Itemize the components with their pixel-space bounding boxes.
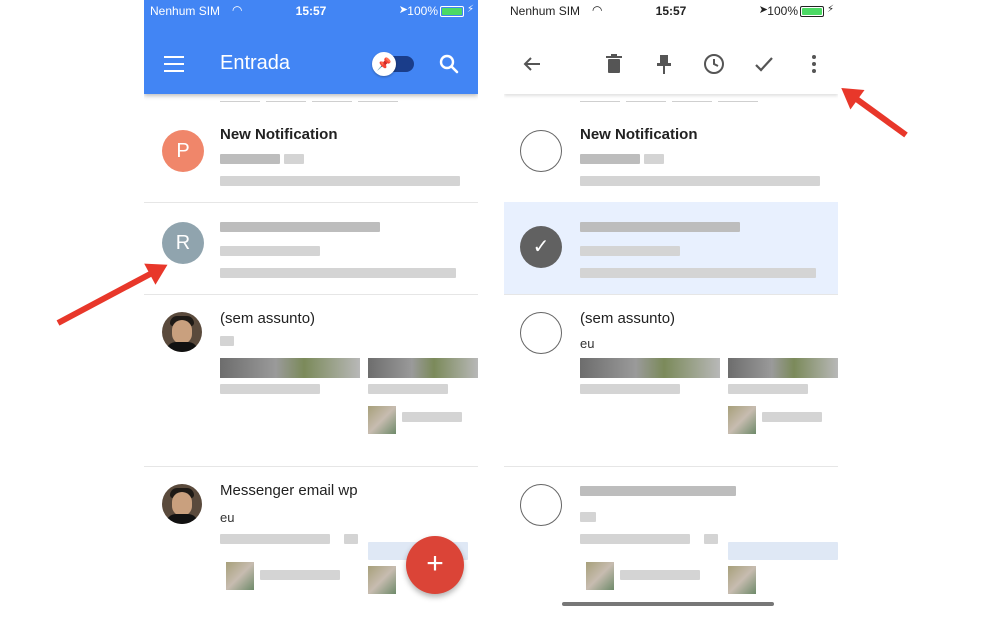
attachment-thumbnail xyxy=(226,562,254,590)
email-subject: New Notification xyxy=(580,126,698,143)
pin-toggle[interactable]: 📌 xyxy=(372,52,414,76)
selection-screen: Nenhum SIM ◠ 15:57 ➤ 100% ⚡ New Notifica… xyxy=(504,0,838,622)
blurred-snippet xyxy=(220,176,460,186)
blurred-snippet xyxy=(580,176,820,186)
avatar xyxy=(162,484,202,524)
email-list: New Notification ✓ (sem assunto) eu xyxy=(504,94,838,622)
attachment-thumbnail xyxy=(586,562,614,590)
previous-row-peek xyxy=(580,94,810,102)
blurred-subject xyxy=(580,486,736,496)
battery-icon xyxy=(440,6,464,17)
blurred-sender xyxy=(220,336,234,346)
status-bar: Nenhum SIM ◠ 15:57 ➤ 100% ⚡ xyxy=(144,0,478,22)
app-bar: Nenhum SIM ◠ 15:57 ➤ 100% ⚡ Entrada 📌 xyxy=(144,0,478,94)
pin-icon[interactable] xyxy=(652,52,676,76)
attachment-preview[interactable] xyxy=(580,358,720,378)
select-checkbox[interactable] xyxy=(520,312,562,354)
charging-icon: ⚡ xyxy=(466,4,474,15)
blurred-sender xyxy=(580,512,596,522)
previous-row-peek xyxy=(220,94,450,102)
email-subject: Messenger email wp xyxy=(220,482,358,499)
email-sender: eu xyxy=(580,336,595,351)
email-subject: (sem assunto) xyxy=(580,310,676,327)
avatar xyxy=(162,312,202,352)
select-checkbox[interactable] xyxy=(520,484,562,526)
attachment-thumbnail xyxy=(368,406,396,434)
page-title: Entrada xyxy=(220,52,291,74)
blurred-sender xyxy=(220,246,320,256)
email-sender: eu xyxy=(220,510,235,525)
more-vert-icon[interactable] xyxy=(802,52,826,76)
email-row[interactable] xyxy=(504,466,838,622)
attachment-preview[interactable] xyxy=(220,358,360,378)
attachment-thumbnail xyxy=(728,566,756,594)
blurred-snippet xyxy=(580,268,816,278)
attachment-thumbnail xyxy=(368,566,396,594)
battery-icon xyxy=(800,6,824,17)
blurred-snippet xyxy=(220,268,456,278)
email-subject: New Notification xyxy=(220,126,338,143)
delete-icon[interactable] xyxy=(602,52,626,76)
attachment-preview[interactable] xyxy=(368,358,478,378)
blurred-sender xyxy=(220,154,280,164)
battery-percent: 100% xyxy=(767,4,798,18)
email-row[interactable]: R xyxy=(144,202,478,295)
blurred-subject xyxy=(580,222,740,232)
status-bar: Nenhum SIM ◠ 15:57 ➤ 100% ⚡ xyxy=(504,0,838,22)
email-row[interactable]: (sem assunto) eu xyxy=(504,294,838,467)
battery-percent: 100% xyxy=(407,4,438,18)
pin-toggle-icon: 📌 xyxy=(372,52,396,76)
email-row-selected[interactable]: ✓ xyxy=(504,202,838,295)
attachment-preview[interactable] xyxy=(728,542,838,560)
inbox-screen: Nenhum SIM ◠ 15:57 ➤ 100% ⚡ Entrada 📌 P … xyxy=(144,0,478,622)
avatar: P xyxy=(162,130,204,172)
attachment-thumbnail xyxy=(728,406,756,434)
blurred-sender xyxy=(580,154,640,164)
avatar: R xyxy=(162,222,204,264)
menu-icon[interactable] xyxy=(164,56,184,72)
email-row[interactable]: P New Notification xyxy=(144,110,478,203)
charging-icon: ⚡ xyxy=(826,4,834,15)
attachment-preview[interactable] xyxy=(728,358,838,378)
selected-check-icon[interactable]: ✓ xyxy=(520,226,562,268)
scroll-indicator xyxy=(562,602,774,606)
select-checkbox[interactable] xyxy=(520,130,562,172)
email-subject: (sem assunto) xyxy=(220,310,316,327)
snooze-clock-icon[interactable] xyxy=(702,52,726,76)
compose-button[interactable]: + xyxy=(406,536,464,594)
selection-toolbar: Nenhum SIM ◠ 15:57 ➤ 100% ⚡ xyxy=(504,0,838,94)
blurred-subject xyxy=(220,222,380,232)
blurred-sender xyxy=(580,246,680,256)
done-check-icon[interactable] xyxy=(752,52,776,76)
email-row[interactable]: New Notification xyxy=(504,110,838,203)
search-icon[interactable] xyxy=(439,54,459,74)
back-arrow-icon[interactable] xyxy=(520,52,544,76)
annotation-arrow-left xyxy=(56,268,157,326)
email-row[interactable]: (sem assunto) xyxy=(144,294,478,467)
annotation-arrow-right xyxy=(850,93,908,138)
